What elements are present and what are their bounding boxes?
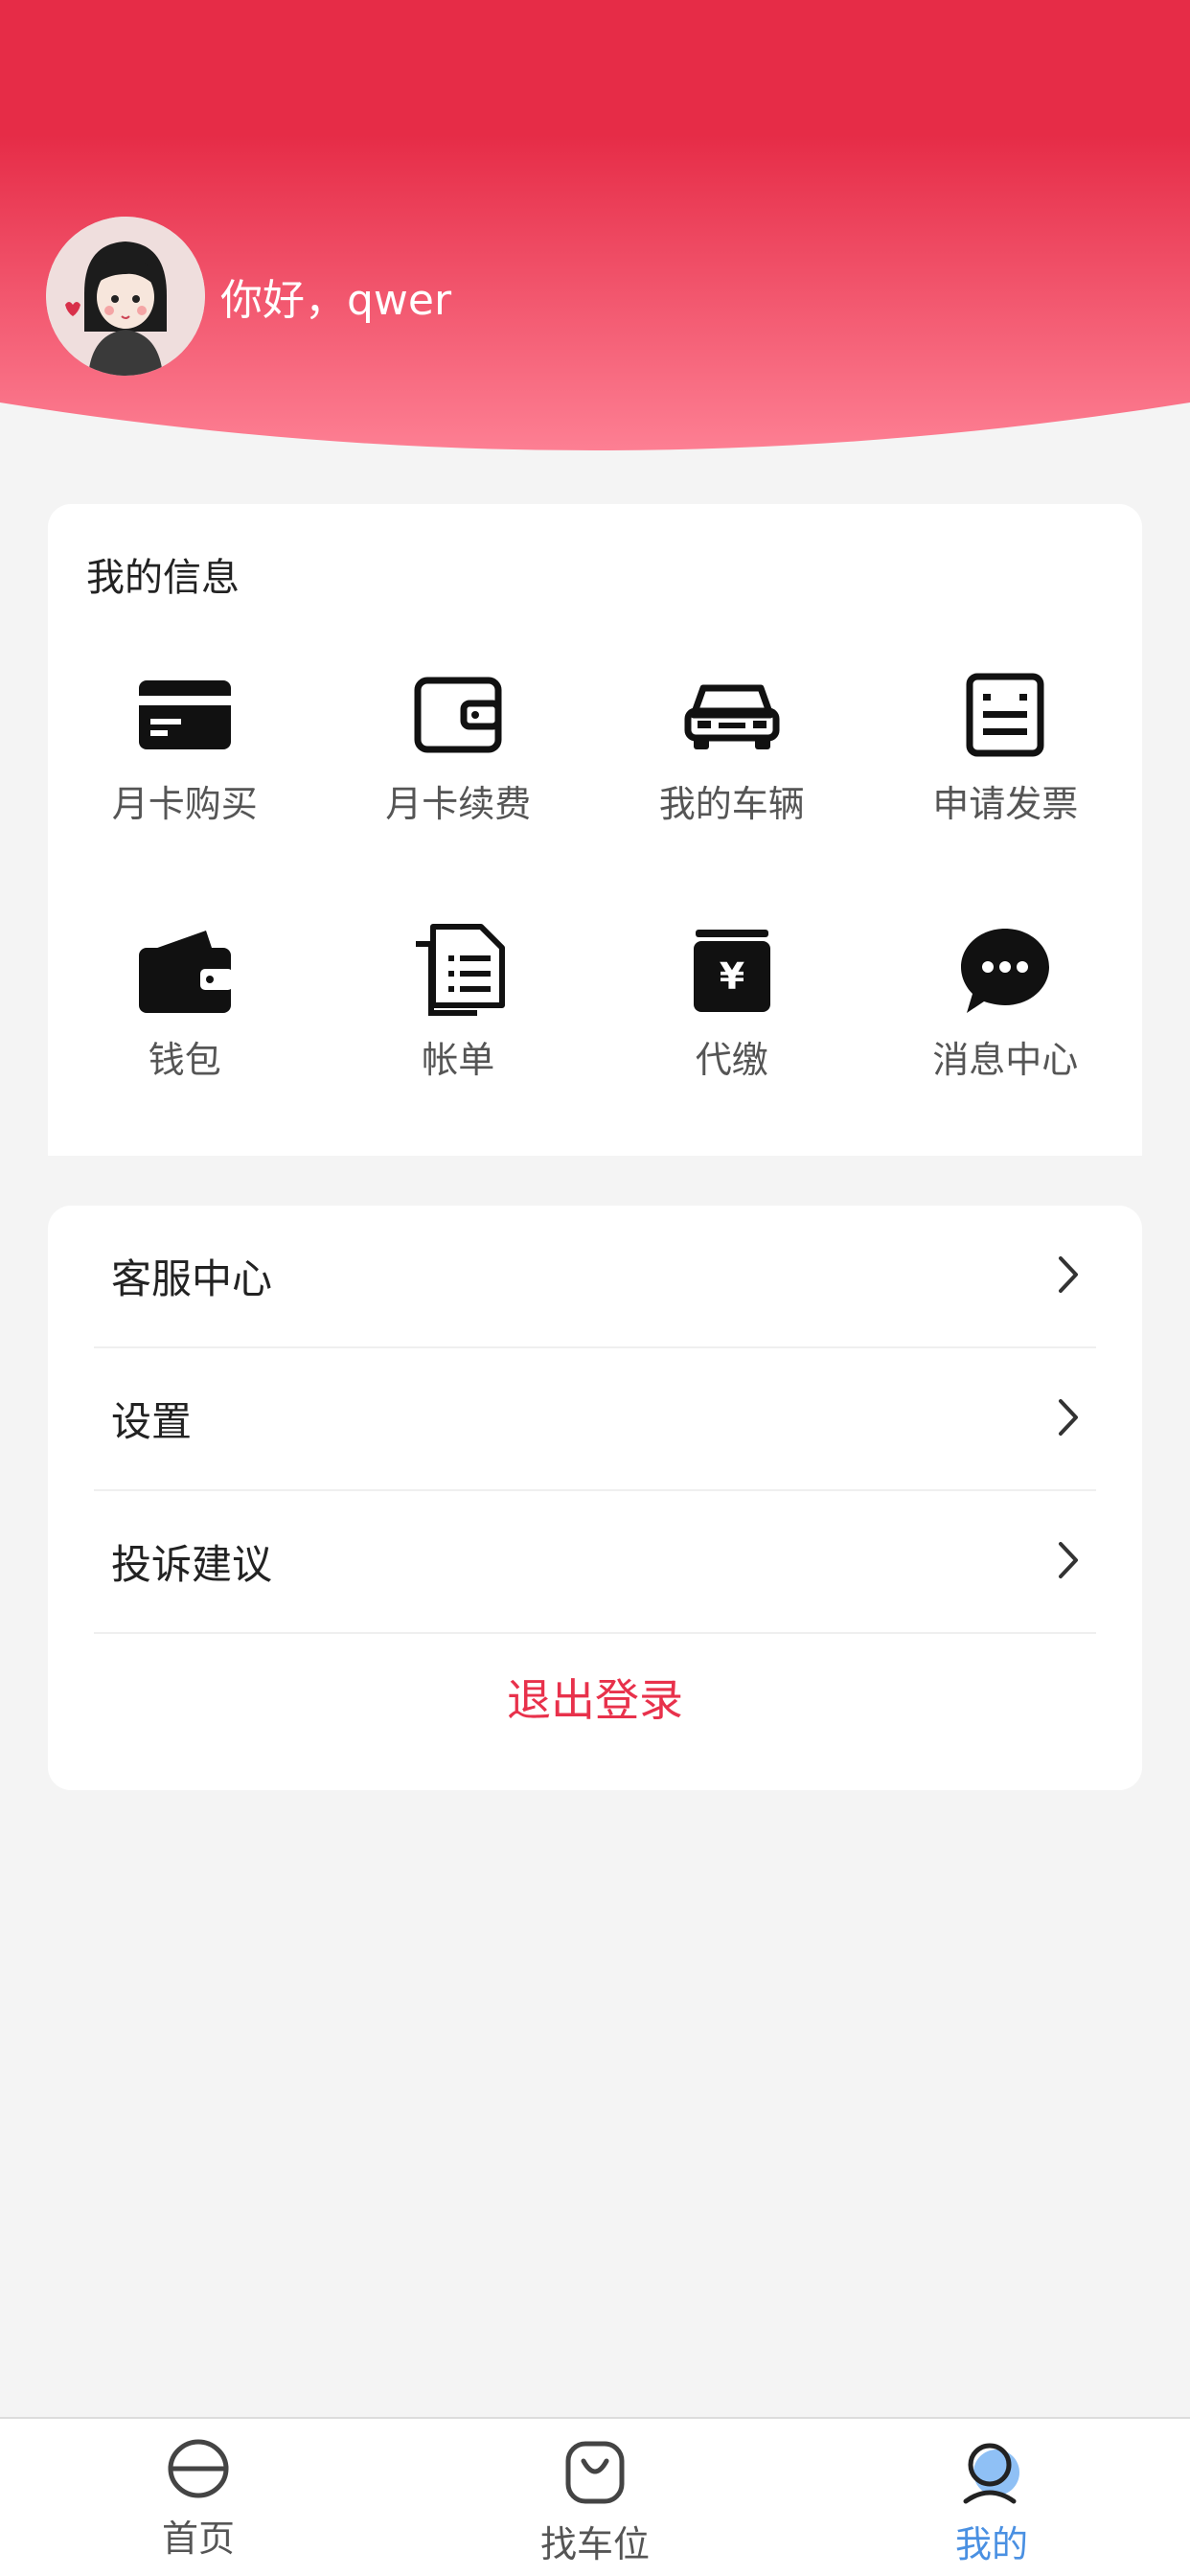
tab-label: 我的 [954, 2523, 1028, 2565]
menu-item-label: 设置 [111, 1398, 193, 1445]
monthly-card-purchase-label: 月卡购买 [111, 783, 258, 825]
settings-menu-card: 客服中心 设置 投诉建议 退出登录 [48, 1206, 1142, 1790]
wallet-button[interactable]: 钱包 [48, 923, 322, 1083]
my-vehicles-button[interactable]: 我的车辆 [595, 667, 869, 827]
monthly-card-purchase-button[interactable]: 月卡购买 [48, 667, 322, 827]
user-icon [958, 2438, 1025, 2509]
menu-item-customer-service[interactable]: 客服中心 [94, 1206, 1096, 1348]
my-info-card: 我的信息 月卡购买 月卡续费 我的车辆 申请发票 钱包 帐单 ¥ 代缴 消息中心 [48, 504, 1142, 1156]
agent-payment-button[interactable]: ¥ 代缴 [595, 923, 869, 1083]
apply-invoice-label: 申请发票 [932, 783, 1079, 825]
parking-bag-icon [564, 2438, 626, 2509]
card-icon [137, 667, 233, 763]
avatar[interactable] [46, 217, 205, 376]
monthly-card-renew-button[interactable]: 月卡续费 [322, 667, 596, 827]
message-center-label: 消息中心 [932, 1039, 1079, 1081]
tab-mine[interactable]: 我的 [848, 2419, 1135, 2576]
monthly-card-renew-label: 月卡续费 [385, 783, 532, 825]
payment-yen-icon: ¥ [684, 923, 780, 1019]
my-info-grid: 月卡购买 月卡续费 我的车辆 申请发票 钱包 帐单 ¥ 代缴 消息中心 [48, 667, 1142, 1083]
message-center-button[interactable]: 消息中心 [869, 923, 1143, 1083]
tab-label: 首页 [161, 2518, 235, 2560]
tab-label: 找车位 [539, 2523, 650, 2565]
menu-item-settings[interactable]: 设置 [94, 1348, 1096, 1491]
menu-item-complaints[interactable]: 投诉建议 [94, 1491, 1096, 1634]
invoice-icon [957, 667, 1053, 763]
svg-text:¥: ¥ [720, 955, 744, 998]
car-icon [684, 667, 780, 763]
bottom-tab-bar: 首页 找车位 我的 [0, 2417, 1190, 2576]
menu-item-label: 投诉建议 [111, 1541, 273, 1588]
bill-icon [410, 923, 506, 1019]
menu-item-label: 客服中心 [111, 1255, 273, 1302]
wallet-outline-icon [410, 667, 506, 763]
chevron-right-icon [1058, 1398, 1079, 1440]
tab-home[interactable]: 首页 [55, 2419, 342, 2576]
apply-invoice-button[interactable]: 申请发票 [869, 667, 1143, 827]
home-icon [165, 2438, 232, 2503]
chevron-right-icon [1058, 1255, 1079, 1298]
my-info-title: 我的信息 [86, 556, 240, 600]
logout-button[interactable]: 退出登录 [48, 1666, 1142, 1729]
wallet-label: 钱包 [148, 1039, 221, 1081]
tab-find-parking[interactable]: 找车位 [451, 2419, 739, 2576]
profile-header: 你好，qwer [0, 0, 1190, 460]
agent-payment-label: 代缴 [695, 1039, 768, 1081]
bills-button[interactable]: 帐单 [322, 923, 596, 1083]
greeting-text: 你好，qwer [220, 276, 452, 325]
bills-label: 帐单 [422, 1039, 495, 1081]
chevron-right-icon [1058, 1541, 1079, 1583]
chat-bubble-icon [957, 923, 1053, 1019]
profile-page: 你好，qwer 我的信息 月卡购买 月卡续费 我的车辆 申请发票 钱包 帐单 ¥… [0, 0, 1190, 2576]
user-profile[interactable]: 你好，qwer [46, 217, 451, 376]
wallet-icon [137, 923, 233, 1019]
my-vehicles-label: 我的车辆 [658, 783, 805, 825]
